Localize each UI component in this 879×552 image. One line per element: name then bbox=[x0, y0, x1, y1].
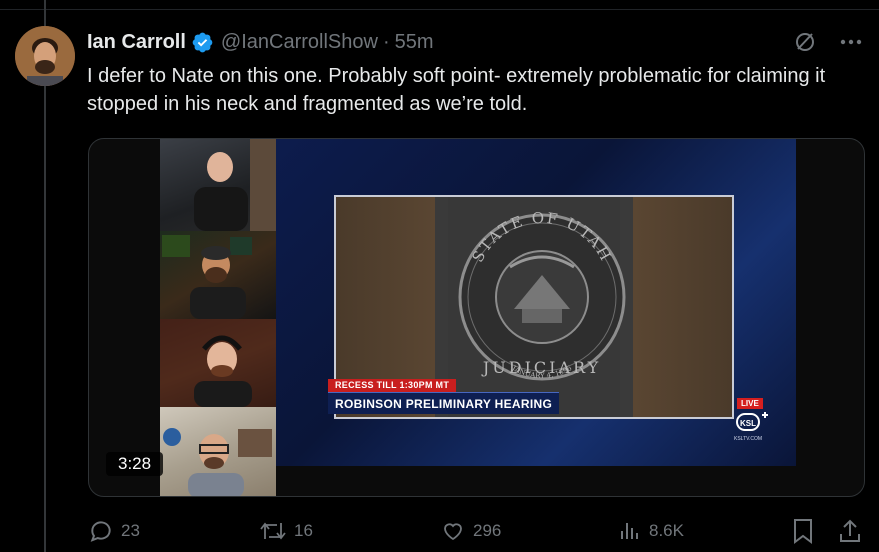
separator-dot: · bbox=[382, 30, 390, 53]
views-icon bbox=[621, 523, 638, 539]
share-button[interactable] bbox=[838, 517, 862, 545]
tweet-text: I defer to Nate on this one. Probably so… bbox=[87, 65, 826, 115]
recess-banner: RECESS TILL 1:30PM MT bbox=[328, 379, 457, 392]
reply-button[interactable]: 23 bbox=[88, 517, 140, 545]
repost-icon bbox=[260, 522, 286, 540]
bookmark-icon bbox=[794, 519, 812, 544]
share-icon bbox=[840, 519, 860, 542]
more-icon[interactable] bbox=[837, 28, 865, 56]
repost-count: 16 bbox=[294, 521, 313, 540]
broadcast-feed: STATE OF UTAH JANUARY 4, 1896 JUDICIARY … bbox=[276, 139, 796, 466]
webcam-feed-1 bbox=[160, 139, 276, 231]
reply-icon bbox=[90, 521, 111, 542]
live-badge: LIVE bbox=[737, 398, 763, 409]
webcam-feed-3 bbox=[160, 319, 276, 407]
top-divider bbox=[0, 0, 879, 10]
like-button[interactable]: 296 bbox=[440, 517, 501, 545]
grok-icon[interactable] bbox=[791, 28, 819, 56]
reply-count: 23 bbox=[121, 521, 140, 540]
action-bar: 23 16 296 8.6K bbox=[88, 517, 865, 545]
hearing-title-banner: ROBINSON PRELIMINARY HEARING bbox=[328, 392, 560, 414]
like-count: 296 bbox=[473, 521, 502, 540]
timestamp[interactable]: 55m bbox=[395, 31, 434, 54]
webcam-feed-4 bbox=[160, 407, 276, 496]
repost-button[interactable]: 16 bbox=[259, 517, 313, 545]
webcam-feed-2 bbox=[160, 231, 276, 319]
bookmark-button[interactable] bbox=[792, 517, 814, 545]
avatar[interactable] bbox=[15, 26, 75, 86]
network-site: KSLTV.COM bbox=[734, 436, 763, 442]
svg-text:KSL: KSL bbox=[740, 419, 756, 428]
like-icon bbox=[444, 523, 462, 541]
verified-badge-icon[interactable] bbox=[191, 31, 214, 54]
views-button[interactable]: 8.6K bbox=[618, 517, 684, 545]
seal-bottom-text: JUDICIARY bbox=[481, 358, 601, 377]
author-handle[interactable]: @IanCarrollShow bbox=[221, 31, 378, 54]
views-count: 8.6K bbox=[649, 521, 684, 540]
video-duration: 3:28 bbox=[106, 452, 164, 476]
video-player[interactable]: STATE OF UTAH JANUARY 4, 1896 JUDICIARY … bbox=[88, 138, 865, 497]
author-name[interactable]: Ian Carroll bbox=[87, 31, 186, 54]
avatar-image bbox=[15, 26, 75, 86]
ksl-logo-icon: KSL bbox=[736, 412, 768, 431]
